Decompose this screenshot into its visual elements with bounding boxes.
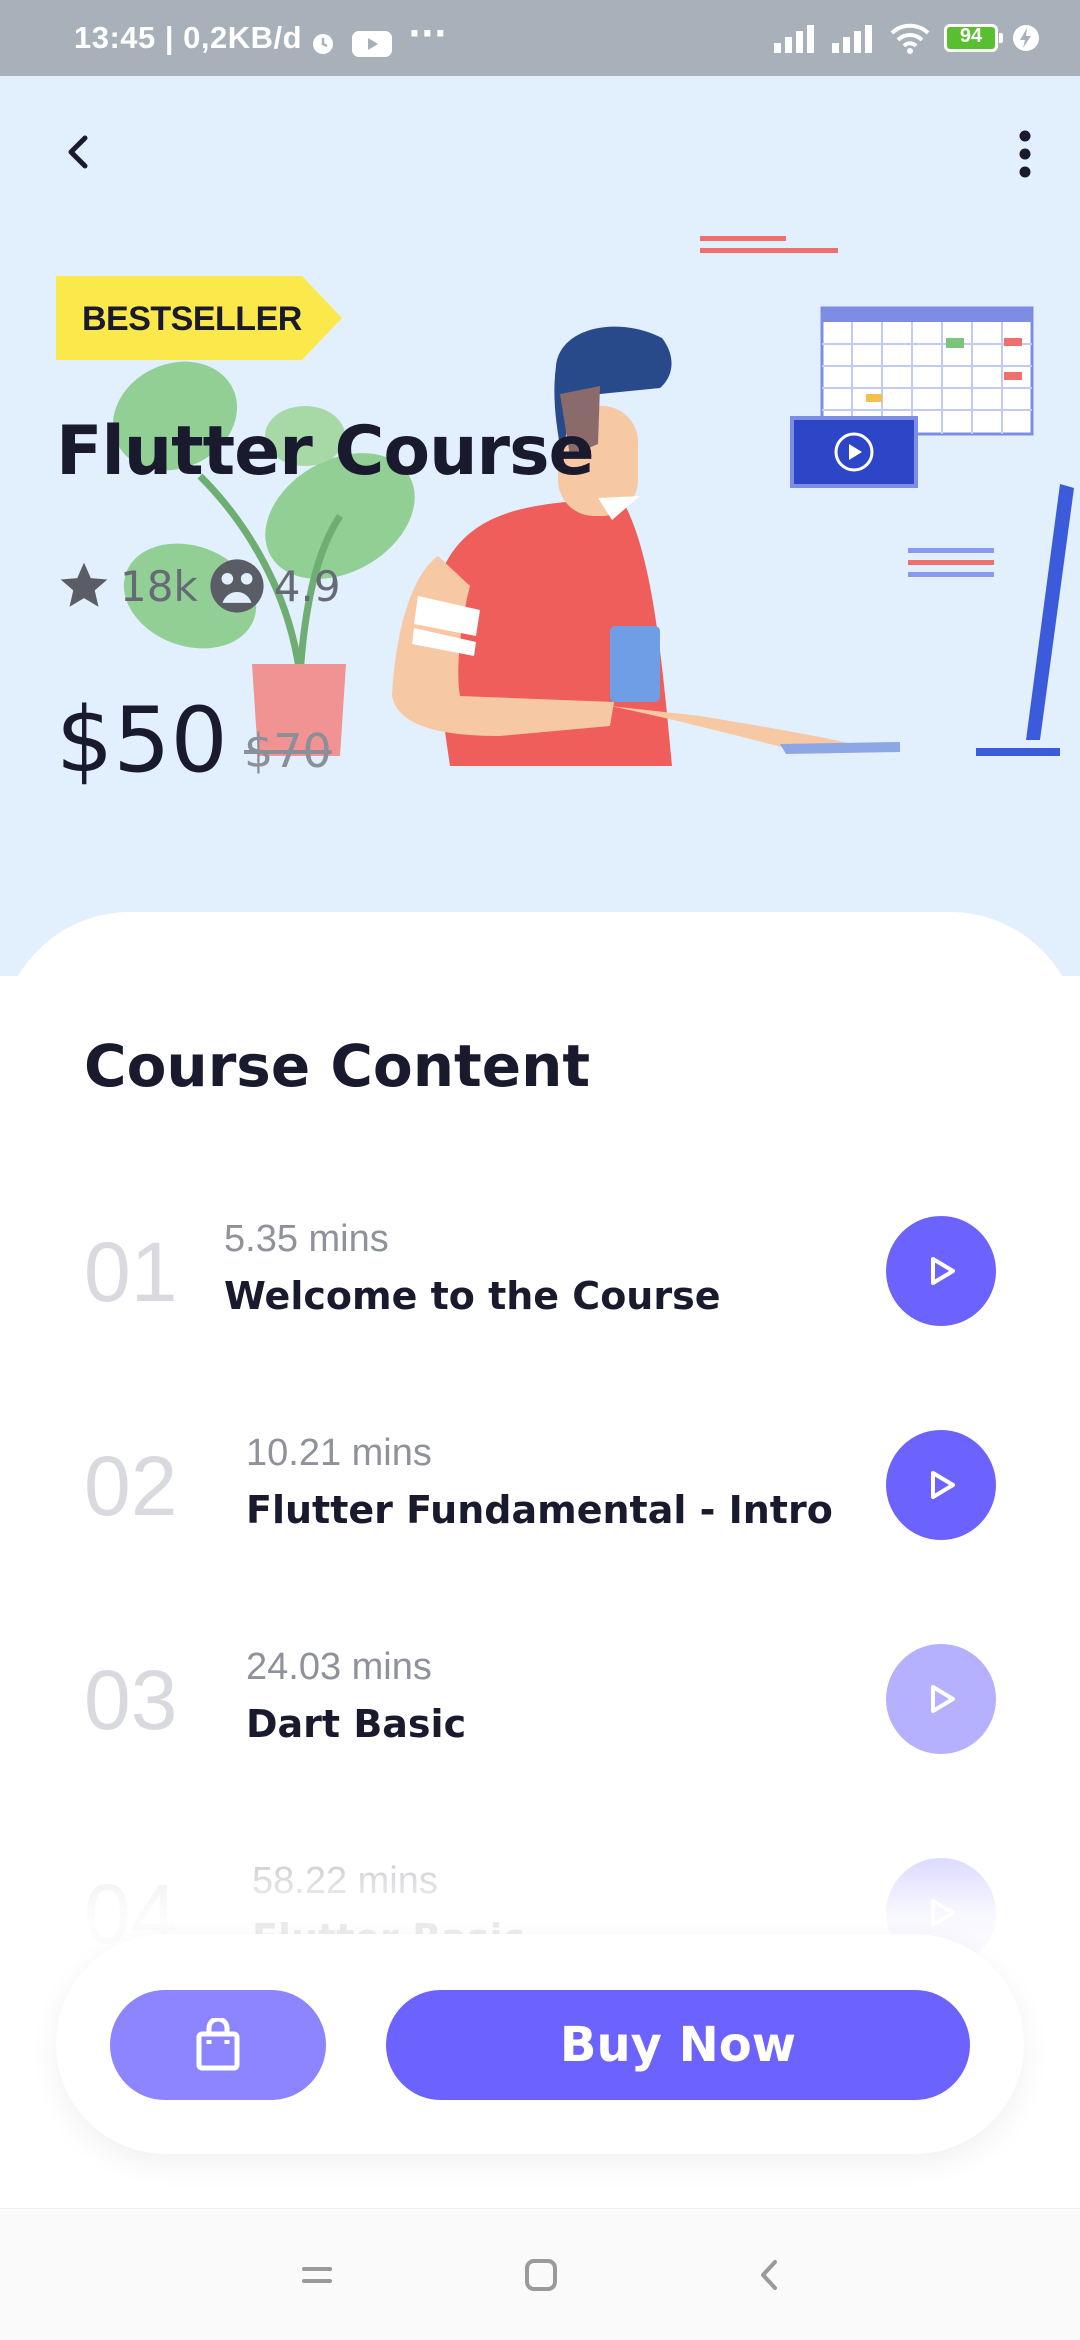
more-options-button[interactable] bbox=[990, 124, 1060, 184]
play-icon bbox=[931, 1471, 955, 1499]
battery-level: 94 bbox=[959, 25, 983, 47]
lesson-name: Dart Basic bbox=[246, 1702, 467, 1746]
star-icon bbox=[60, 562, 108, 607]
badge-label: BESTSELLER bbox=[82, 300, 302, 338]
chevron-left-icon bbox=[68, 135, 88, 169]
play-icon bbox=[931, 1257, 955, 1285]
lesson-name: Flutter Fundamental - Intro bbox=[246, 1488, 833, 1532]
course-stats: 18k 4.9 bbox=[56, 554, 351, 618]
play-icon bbox=[931, 1899, 955, 1927]
lesson-duration: 24.03 mins bbox=[246, 1646, 432, 1688]
wifi-icon bbox=[890, 23, 930, 54]
bestseller-badge: BESTSELLER bbox=[56, 276, 342, 360]
status-bar: 13:45 | 0,2KB/d ··· 94 bbox=[0, 0, 1080, 76]
rating-value: 4.9 bbox=[273, 561, 341, 611]
signal-icon bbox=[832, 25, 872, 53]
battery-icon: 94 bbox=[944, 24, 1003, 52]
nav-back-button[interactable] bbox=[734, 2245, 804, 2305]
original-price: $70 bbox=[244, 724, 332, 778]
video-illustration bbox=[790, 416, 918, 488]
recents-button[interactable] bbox=[282, 2245, 352, 2305]
lesson-duration: 10.21 mins bbox=[246, 1432, 432, 1474]
play-button[interactable] bbox=[886, 1644, 996, 1754]
buy-now-button[interactable]: Buy Now bbox=[386, 1990, 970, 2100]
charging-icon bbox=[1013, 25, 1039, 51]
youtube-icon bbox=[352, 31, 392, 57]
alarm-icon bbox=[313, 34, 333, 54]
signal-icon bbox=[774, 25, 814, 53]
menu-icon bbox=[302, 2267, 332, 2283]
calendar-illustration bbox=[820, 306, 1034, 436]
lesson-item[interactable]: 03 24.03 mins Dart Basic bbox=[0, 1632, 1080, 1772]
lesson-duration: 58.22 mins bbox=[252, 1860, 438, 1902]
current-price: $50 bbox=[56, 688, 228, 793]
course-hero: BESTSELLER Flutter Course 18k 4.9 $50 $7… bbox=[0, 76, 1080, 976]
back-button[interactable] bbox=[50, 124, 106, 180]
square-icon bbox=[525, 2259, 557, 2291]
lesson-number: 02 bbox=[84, 1439, 178, 1533]
students-count: 18k bbox=[120, 561, 198, 611]
home-button[interactable] bbox=[506, 2245, 576, 2305]
status-icons: 94 bbox=[774, 18, 1040, 58]
lesson-name: Welcome to the Course bbox=[224, 1274, 721, 1318]
rating-face-icon bbox=[210, 559, 264, 613]
section-title: Course Content bbox=[84, 1032, 591, 1100]
play-button[interactable] bbox=[886, 1430, 996, 1540]
system-navigation-bar bbox=[0, 2208, 1080, 2340]
developer-illustration bbox=[112, 236, 1074, 766]
status-time: 13:45 | 0,2KB/d bbox=[74, 20, 303, 55]
more-vertical-icon bbox=[1019, 130, 1031, 178]
lesson-item[interactable]: 02 10.21 mins Flutter Fundamental - Intr… bbox=[0, 1418, 1080, 1558]
play-icon bbox=[931, 1685, 955, 1713]
lesson-item[interactable]: 01 5.35 mins Welcome to the Course bbox=[0, 1204, 1080, 1344]
more-notifications-icon: ··· bbox=[408, 14, 447, 54]
add-to-cart-button[interactable] bbox=[110, 1990, 326, 2100]
lesson-duration: 5.35 mins bbox=[224, 1218, 389, 1260]
play-button[interactable] bbox=[886, 1216, 996, 1326]
chevron-left-icon bbox=[761, 2260, 777, 2290]
lesson-number: 01 bbox=[84, 1225, 178, 1319]
course-title: Flutter Course bbox=[56, 412, 595, 491]
shopping-bag-icon bbox=[196, 2018, 240, 2071]
lesson-number: 03 bbox=[84, 1653, 178, 1747]
purchase-bar: Buy Now bbox=[56, 1934, 1024, 2154]
